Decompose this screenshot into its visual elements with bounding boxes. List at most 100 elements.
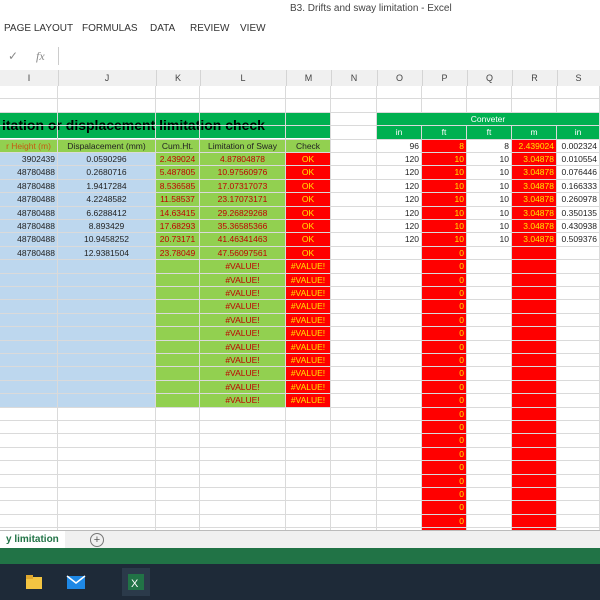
conv-in2-cell[interactable]: 0.430938 — [557, 220, 600, 234]
tab-review[interactable]: REVIEW — [190, 23, 229, 34]
conv-ft-cell[interactable]: 10 — [422, 179, 467, 194]
col-header-i[interactable]: I — [0, 70, 59, 86]
conv-ft-cell[interactable]: 0 — [422, 287, 467, 301]
add-sheet-button[interactable]: + — [90, 533, 104, 547]
conv-m-cell[interactable]: 3.04878 — [512, 220, 557, 234]
empty-cell[interactable] — [331, 86, 377, 100]
conv-in2-cell[interactable]: 0.002324 — [557, 139, 600, 153]
conv-m-cell[interactable]: 2.439024 — [512, 139, 557, 153]
converter-header[interactable]: ft — [422, 126, 467, 140]
empty-cell[interactable] — [156, 99, 200, 113]
conv-ft2-cell[interactable]: 10 — [467, 206, 512, 220]
conv-m-cell[interactable] — [512, 407, 557, 421]
tab-data[interactable]: DATA — [150, 23, 175, 34]
conv-m-cell[interactable]: 3.04878 — [512, 179, 557, 194]
conv-ft-cell[interactable]: 0 — [422, 380, 467, 395]
conv-ft-cell[interactable]: 10 — [422, 206, 467, 220]
conv-ft-cell[interactable]: 0 — [422, 474, 467, 488]
empty-cell[interactable] — [557, 99, 600, 113]
empty-cell[interactable] — [286, 86, 331, 100]
conv-m-cell[interactable] — [512, 501, 557, 515]
conv-ft-cell[interactable]: 0 — [422, 501, 467, 515]
empty-cell[interactable] — [58, 99, 156, 113]
empty-cell[interactable] — [422, 86, 467, 100]
conv-in2-cell[interactable]: 0.260978 — [557, 193, 600, 207]
conv-m-cell[interactable] — [512, 380, 557, 395]
conv-ft-cell[interactable]: 0 — [422, 514, 467, 529]
conv-m-cell[interactable] — [512, 434, 557, 448]
conv-ft-cell[interactable]: 0 — [422, 407, 467, 421]
conv-ft-cell[interactable]: 0 — [422, 300, 467, 314]
conv-in2-cell[interactable]: 0.010554 — [557, 153, 600, 167]
conv-ft2-cell[interactable]: 10 — [467, 193, 512, 207]
mail-icon[interactable] — [62, 568, 90, 596]
conv-m-cell[interactable] — [512, 246, 557, 261]
empty-cell[interactable] — [377, 86, 422, 100]
conv-ft2-cell[interactable]: 10 — [467, 220, 512, 234]
tab-page-layout[interactable]: PAGE LAYOUT — [4, 23, 73, 34]
conv-ft-cell[interactable]: 0 — [422, 327, 467, 341]
conv-in-cell[interactable]: 120 — [377, 206, 422, 220]
col-header-r[interactable]: R — [512, 70, 558, 86]
converter-header[interactable]: ft — [467, 126, 512, 140]
empty-cell[interactable] — [377, 99, 422, 113]
empty-cell[interactable] — [0, 99, 58, 113]
conv-ft2-cell[interactable]: 10 — [467, 166, 512, 180]
conv-m-cell[interactable] — [512, 421, 557, 435]
conv-ft-cell[interactable]: 0 — [422, 246, 467, 261]
conv-ft-cell[interactable]: 0 — [422, 447, 467, 462]
col-header-p[interactable]: P — [422, 70, 468, 86]
conv-ft-cell[interactable]: 0 — [422, 488, 467, 502]
col-header-l[interactable]: L — [200, 70, 287, 86]
conv-in-cell[interactable]: 120 — [377, 233, 422, 247]
conv-m-cell[interactable] — [512, 461, 557, 475]
conv-ft-cell[interactable]: 0 — [422, 260, 467, 274]
enter-check-icon[interactable]: ✓ — [8, 49, 18, 63]
conv-m-cell[interactable] — [512, 300, 557, 314]
empty-cell[interactable] — [200, 99, 286, 113]
conv-ft2-cell[interactable]: 10 — [467, 179, 512, 194]
converter-header[interactable]: m — [512, 126, 557, 140]
empty-cell[interactable] — [467, 86, 512, 100]
empty-cell[interactable] — [331, 99, 377, 113]
conv-ft-cell[interactable]: 10 — [422, 166, 467, 180]
converter-title[interactable]: Conveter — [377, 112, 600, 127]
worksheet-grid[interactable]: itation or displacement limitation check… — [0, 86, 600, 530]
conv-m-cell[interactable] — [512, 287, 557, 301]
insert-function-icon[interactable]: fx — [36, 49, 45, 64]
conv-ft-cell[interactable]: 10 — [422, 193, 467, 207]
formula-input[interactable] — [58, 47, 600, 65]
excel-icon[interactable]: X — [122, 568, 150, 596]
conv-m-cell[interactable] — [512, 273, 557, 287]
col-header-q[interactable]: Q — [467, 70, 513, 86]
conv-in2-cell[interactable]: 0.350135 — [557, 206, 600, 220]
conv-m-cell[interactable]: 3.04878 — [512, 153, 557, 167]
conv-in2-cell[interactable]: 0.509376 — [557, 233, 600, 247]
conv-m-cell[interactable]: 3.04878 — [512, 206, 557, 220]
empty-cell[interactable] — [557, 86, 600, 100]
conv-in-cell[interactable]: 120 — [377, 220, 422, 234]
conv-m-cell[interactable]: 3.04878 — [512, 233, 557, 247]
conv-in-cell[interactable]: 120 — [377, 193, 422, 207]
conv-m-cell[interactable] — [512, 447, 557, 462]
conv-ft-cell[interactable]: 0 — [422, 354, 467, 368]
conv-ft-cell[interactable]: 0 — [422, 434, 467, 448]
conv-m-cell[interactable]: 3.04878 — [512, 166, 557, 180]
conv-ft-cell[interactable]: 10 — [422, 220, 467, 234]
conv-in-cell[interactable]: 96 — [377, 139, 422, 153]
col-header-m[interactable]: M — [286, 70, 332, 86]
empty-cell[interactable] — [286, 99, 331, 113]
conv-m-cell[interactable] — [512, 474, 557, 488]
conv-ft-cell[interactable]: 8 — [422, 139, 467, 153]
conv-ft-cell[interactable]: 0 — [422, 273, 467, 287]
conv-ft-cell[interactable]: 10 — [422, 153, 467, 167]
empty-cell[interactable] — [512, 86, 557, 100]
conv-m-cell[interactable] — [512, 313, 557, 328]
conv-ft-cell[interactable]: 0 — [422, 367, 467, 381]
tab-formulas[interactable]: FORMULAS — [82, 23, 138, 34]
tab-view[interactable]: VIEW — [240, 23, 266, 34]
conv-ft-cell[interactable]: 0 — [422, 394, 467, 408]
converter-header[interactable]: in — [377, 126, 422, 140]
empty-cell[interactable] — [156, 86, 200, 100]
file-explorer-icon[interactable] — [20, 568, 48, 596]
